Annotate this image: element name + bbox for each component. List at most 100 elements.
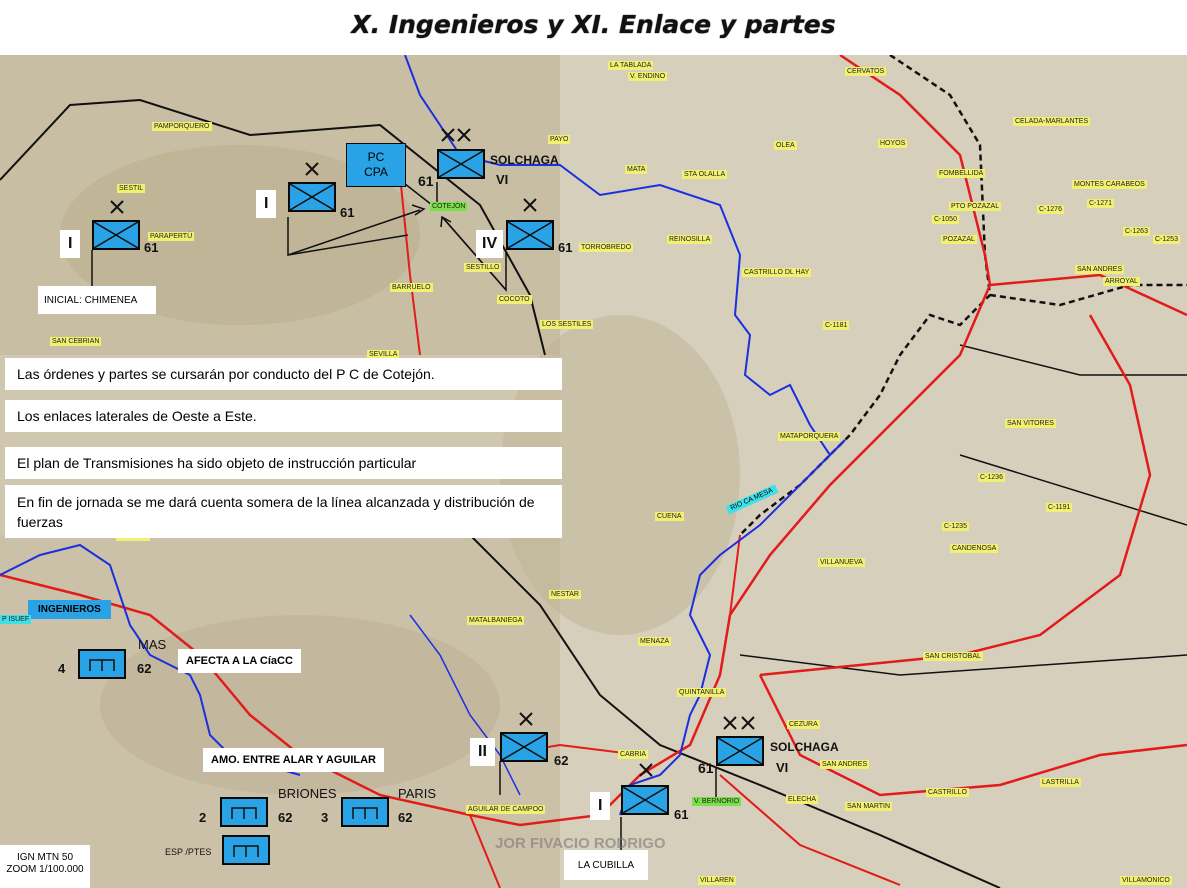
place-label: MATA bbox=[625, 165, 648, 174]
bridge-label: ESP /PTES bbox=[165, 847, 212, 857]
place-label: AGUILAR DE CAMPOO bbox=[466, 805, 546, 814]
place-label: V. ENDINO bbox=[628, 72, 668, 81]
place-label: MATALBANIEGA bbox=[467, 616, 525, 625]
place-label: LASTRILLA bbox=[1040, 778, 1081, 787]
engineer-unit-number: 3 bbox=[321, 810, 329, 825]
unit-echelon: VI bbox=[776, 760, 789, 775]
place-label: SAN VITORES bbox=[1005, 419, 1056, 428]
place-label: POZAZAL bbox=[941, 235, 977, 244]
place-label: MENAZA bbox=[638, 637, 672, 646]
place-label: COCOTO bbox=[497, 295, 532, 304]
place-label: ELECHA bbox=[786, 795, 819, 804]
place-label: LOS SESTILES bbox=[540, 320, 594, 329]
place-label: MONTES CARABEOS bbox=[1072, 180, 1147, 189]
place-label: SAN ANDRES bbox=[820, 760, 870, 769]
command-post-line2: CPA bbox=[364, 165, 388, 179]
place-label: HOYOS bbox=[878, 139, 908, 148]
place-label: OLEA bbox=[774, 141, 797, 150]
place-label: V. BERNORIO bbox=[692, 797, 742, 806]
place-label: SAN CRISTOBAL bbox=[923, 652, 983, 661]
la-cubilla-label: LA CUBILLA bbox=[564, 850, 648, 880]
infantry-unit-icon bbox=[92, 220, 140, 250]
unit-number: 61 bbox=[698, 760, 714, 776]
unit-echelon: I bbox=[60, 230, 81, 258]
engineers-left-label: P ISUEF bbox=[0, 615, 32, 624]
place-label: STA OLALLA bbox=[682, 170, 728, 179]
page-title: X. Ingenieros y XI. Enlace y partes bbox=[351, 10, 836, 39]
place-label: SAN ANDRES bbox=[1075, 265, 1125, 274]
place-label: C-1271 bbox=[1087, 199, 1114, 208]
place-label: C-1263 bbox=[1123, 227, 1150, 236]
infantry-unit-icon bbox=[506, 220, 554, 250]
place-label: QUINTANILLA bbox=[677, 688, 727, 697]
unit-echelon: IV bbox=[476, 230, 504, 258]
engineer-unit-icon bbox=[220, 797, 268, 827]
place-label: CANDENOSA bbox=[950, 544, 999, 553]
map-ref-box: IGN MTN 50 ZOOM 1/100.000 bbox=[0, 845, 90, 888]
command-post-line1: PC bbox=[367, 150, 385, 164]
place-label: C-1276 bbox=[1037, 205, 1064, 214]
place-label: SAN CEBRIAN bbox=[50, 337, 102, 346]
infantry-unit-icon bbox=[500, 732, 548, 762]
place-label: C-1236 bbox=[978, 473, 1005, 482]
place-label: LA TABLADA bbox=[608, 61, 654, 70]
place-label: NESTAR bbox=[549, 590, 581, 599]
unit-number: 62 bbox=[554, 753, 569, 768]
place-label: C-1181 bbox=[823, 321, 850, 330]
unit-number: 61 bbox=[144, 240, 159, 255]
engineer-unit-name: BRIONES bbox=[278, 786, 337, 801]
infantry-unit-icon bbox=[621, 785, 669, 815]
order-text-3: El plan de Transmisiones ha sido objeto … bbox=[5, 447, 562, 479]
unit-echelon: I bbox=[590, 792, 611, 820]
place-label: C-1050 bbox=[932, 215, 959, 224]
initial-label: INICIAL: CHIMENEA bbox=[38, 286, 156, 314]
unit-number: 61 bbox=[418, 173, 434, 189]
ammo-label: AMO. ENTRE ALAR Y AGUILAR bbox=[203, 748, 385, 772]
unit-number: 61 bbox=[558, 240, 573, 255]
unit-number: 61 bbox=[340, 205, 355, 220]
unit-name: SOLCHAGA bbox=[770, 740, 839, 754]
place-label: PAMPORQUERO bbox=[152, 122, 212, 131]
assign-label: AFECTA A LA CíaCC bbox=[178, 649, 301, 673]
map-ref-line1: IGN MTN 50 bbox=[16, 852, 74, 863]
engineer-unit-icon bbox=[341, 797, 389, 827]
place-label: CABRIA bbox=[618, 750, 649, 759]
place-label: PTO POZAZAL bbox=[949, 202, 1002, 211]
unit-name: SOLCHAGA bbox=[490, 153, 559, 167]
place-label: ARROYAL bbox=[1103, 277, 1140, 286]
engineer-unit-code: 62 bbox=[278, 810, 293, 825]
place-label: SESTILLO bbox=[464, 263, 502, 272]
engineers-title: INGENIEROS bbox=[28, 600, 111, 619]
place-label: COTEJÓN bbox=[430, 202, 468, 211]
place-label: MATAPORQUERA bbox=[778, 432, 841, 441]
unit-echelon: VI bbox=[496, 172, 509, 187]
place-label: CASTRILLO bbox=[926, 788, 969, 797]
engineer-unit-name: MAS bbox=[138, 637, 167, 652]
unit-echelon: I bbox=[256, 190, 277, 218]
infantry-unit-icon bbox=[288, 182, 336, 212]
unit-echelon: II bbox=[470, 738, 495, 766]
place-label: CUENA bbox=[655, 512, 684, 521]
engineer-unit-code: 62 bbox=[137, 661, 152, 676]
engineer-unit-number: 2 bbox=[199, 810, 207, 825]
command-post-box[interactable]: PC CPA bbox=[346, 143, 406, 187]
place-label: CASTRILLO DL HAY bbox=[742, 268, 812, 277]
place-label: BARRUELO bbox=[390, 283, 433, 292]
engineer-unit-code: 62 bbox=[398, 810, 413, 825]
place-label: CERVATOS bbox=[845, 67, 887, 76]
place-label: CELADA-MARLANTES bbox=[1013, 117, 1091, 126]
order-text-1: Las órdenes y partes se cursarán por con… bbox=[5, 358, 562, 390]
place-label: REINOSILLA bbox=[667, 235, 713, 244]
engineer-unit-icon bbox=[78, 649, 126, 679]
place-label: CEZURA bbox=[787, 720, 820, 729]
order-text-4: En fin de jornada se me dará cuenta some… bbox=[5, 485, 562, 538]
place-label: C-1191 bbox=[1046, 503, 1073, 512]
map-area[interactable]: LA TABLADA V. ENDINO CERVATOS PAMPORQUER… bbox=[0, 55, 1187, 888]
place-label: FOMBELLIDA bbox=[937, 169, 986, 178]
place-label: C-1235 bbox=[942, 522, 969, 531]
place-label: C-1253 bbox=[1153, 235, 1180, 244]
place-label: VILLAREN bbox=[698, 876, 736, 885]
place-label: TORROBREDO bbox=[579, 243, 634, 252]
order-text-2: Los enlaces laterales de Oeste a Este. bbox=[5, 400, 562, 432]
infantry-unit-icon bbox=[716, 736, 764, 766]
